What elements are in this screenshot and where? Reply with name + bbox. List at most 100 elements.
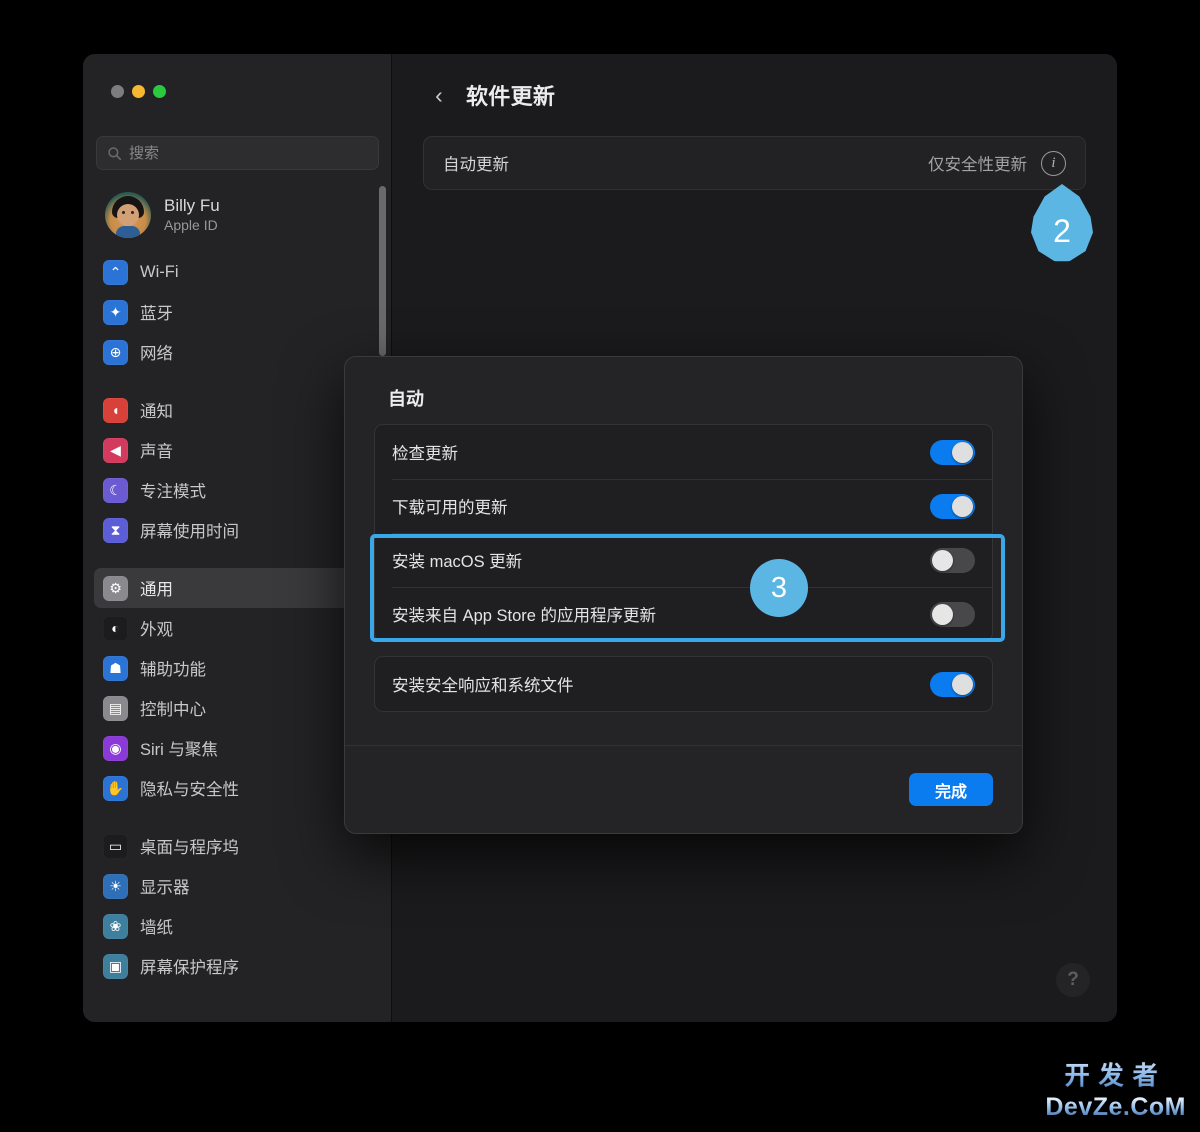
watermark-en: DevZe.CoM — [1045, 1093, 1186, 1121]
sidebar-item-label: 网络 — [140, 345, 173, 363]
automatic-updates-row[interactable]: 自动更新 仅安全性更新 i — [423, 136, 1086, 190]
screen-saver-icon: ▣ — [103, 953, 128, 979]
sidebar-item-label: 声音 — [140, 443, 173, 461]
sidebar-item-label: 专注模式 — [140, 483, 206, 501]
sidebar-item-label: 屏幕使用时间 — [140, 523, 239, 541]
bluetooth-icon: ✦ — [103, 299, 128, 325]
sidebar-item-5-2[interactable]: ◉ Siri 与聚焦 — [94, 728, 381, 768]
sidebar-group: ⌃ Wi-Fi ✦ 蓝牙 ⊕ 网络 — [83, 252, 391, 372]
zoom-button[interactable] — [153, 85, 166, 98]
toggle-knob — [932, 603, 953, 625]
toggle-knob — [952, 495, 973, 517]
dialog-row-control — [930, 601, 975, 627]
accessibility-icon: ☗ — [103, 655, 128, 681]
system-settings-window: Billy Fu Apple ID ⌃ Wi-Fi ✦ 蓝牙 ⊕ 网络 ◖ 通知 ◀ 声音 ☾ 专注模… — [83, 54, 1117, 1022]
dialog-title: 自动 — [388, 389, 424, 409]
toggle-switch[interactable] — [930, 493, 975, 519]
window-traffic-lights — [111, 85, 166, 98]
sidebar-item-3-1[interactable]: ☾ 专注模式 — [94, 470, 381, 510]
sidebar-item-label: 通知 — [140, 403, 173, 421]
back-chevron-icon[interactable]: ‹ — [428, 83, 450, 106]
sidebar-item-label: Siri 与聚焦 — [140, 741, 218, 759]
sidebar-item-1-0[interactable]: ⌃ Wi-Fi — [94, 252, 381, 292]
displays-icon: ☀ — [103, 873, 128, 899]
toggle-switch[interactable] — [930, 547, 975, 573]
dialog-row: 检查更新 — [375, 425, 992, 479]
sidebar-item-2-0[interactable]: ✦ 蓝牙 — [94, 292, 381, 332]
sidebar-item-label: 控制中心 — [140, 701, 206, 719]
sound-icon: ◀ — [103, 437, 128, 463]
sidebar-item-3-0[interactable]: ⊕ 网络 — [94, 332, 381, 372]
sidebar-item-4-1[interactable]: ⧗ 屏幕使用时间 — [94, 510, 381, 550]
toggle-switch[interactable] — [930, 601, 975, 627]
automatic-updates-dialog: 自动 检查更新下载可用的更新 安装 macOS 更新安装来自 App Store … — [344, 356, 1023, 834]
automatic-updates-value: 仅安全性更新 — [928, 156, 1027, 174]
sidebar-item-label: 外观 — [140, 621, 173, 639]
dialog-row-label: 检查更新 — [392, 445, 458, 463]
help-button[interactable]: ? — [1056, 963, 1090, 997]
dialog-row-control — [930, 493, 975, 519]
screenshot-root: Billy Fu Apple ID ⌃ Wi-Fi ✦ 蓝牙 ⊕ 网络 ◖ 通知 ◀ 声音 ☾ 专注模… — [0, 0, 1200, 1132]
done-button[interactable]: 完成 — [908, 773, 993, 806]
callout-badge-2: 2 — [1031, 184, 1093, 262]
dialog-row-control — [930, 439, 975, 465]
dialog-row-label: 安装 macOS 更新 — [392, 553, 523, 571]
sidebar-item-6-2[interactable]: ✋ 隐私与安全性 — [94, 768, 381, 808]
toggle-switch[interactable] — [930, 671, 975, 697]
dialog-row-label: 安装来自 App Store 的应用程序更新 — [392, 607, 657, 625]
wifi-icon: ⌃ — [103, 259, 128, 285]
sidebar-item-1-1[interactable]: ◖ 通知 — [94, 390, 381, 430]
toggle-knob — [952, 673, 973, 695]
dialog-row: 下载可用的更新 — [375, 479, 992, 533]
dialog-row: 安装 macOS 更新 — [375, 533, 992, 587]
sidebar-group: ▭ 桌面与程序坞 ☀ 显示器 ❀ 墙纸 ▣ 屏幕保护程序 — [83, 826, 391, 986]
avatar — [105, 192, 151, 238]
info-icon[interactable]: i — [1041, 150, 1066, 176]
sidebar-scrollbar[interactable] — [379, 186, 386, 356]
search-icon — [108, 146, 122, 160]
callout-badge-2-number: 2 — [1053, 212, 1071, 249]
dialog-row: 安装来自 App Store 的应用程序更新 — [375, 587, 992, 641]
dialog-row: 安装安全响应和系统文件 — [375, 657, 992, 711]
apple-id-account-item[interactable]: Billy Fu Apple ID — [97, 187, 377, 243]
control-center-icon: ▤ — [103, 695, 128, 721]
sidebar-item-2-3[interactable]: ☀ 显示器 — [94, 866, 381, 906]
search-input[interactable] — [129, 144, 368, 162]
toggle-switch[interactable] — [930, 439, 975, 465]
toggle-knob — [952, 441, 973, 463]
dialog-row-control — [930, 671, 975, 697]
account-name: Billy Fu — [164, 196, 220, 216]
close-button[interactable] — [111, 85, 124, 98]
privacy-security-icon: ✋ — [103, 775, 128, 801]
siri-spotlight-icon: ◉ — [103, 735, 128, 761]
search-field[interactable] — [96, 136, 379, 170]
toggle-knob — [932, 549, 953, 571]
dialog-row-label: 安装安全响应和系统文件 — [392, 677, 574, 695]
sidebar-item-3-2[interactable]: ☗ 辅助功能 — [94, 648, 381, 688]
wallpaper-icon: ❀ — [103, 913, 128, 939]
callout-badge-3: 3 — [750, 559, 808, 617]
watermark: 开发者 DevZe.CoM — [1045, 1056, 1186, 1122]
sidebar-item-label: Wi-Fi — [140, 262, 179, 281]
sidebar-item-3-3[interactable]: ❀ 墙纸 — [94, 906, 381, 946]
minimize-button[interactable] — [132, 85, 145, 98]
sidebar-item-1-3[interactable]: ▭ 桌面与程序坞 — [94, 826, 381, 866]
sidebar-item-4-2[interactable]: ▤ 控制中心 — [94, 688, 381, 728]
watermark-cn: 开发者 — [1045, 1056, 1186, 1092]
sidebar-item-2-2[interactable]: ◐ 外观 — [94, 608, 381, 648]
page-title: 软件更新 — [466, 84, 556, 109]
focus-icon: ☾ — [103, 477, 128, 503]
sidebar-item-4-3[interactable]: ▣ 屏幕保护程序 — [94, 946, 381, 986]
sidebar-item-2-1[interactable]: ◀ 声音 — [94, 430, 381, 470]
sidebar-item-label: 隐私与安全性 — [140, 781, 239, 799]
dialog-row-label: 下载可用的更新 — [392, 499, 508, 517]
network-icon: ⊕ — [103, 339, 128, 365]
account-subtitle: Apple ID — [164, 217, 218, 234]
sidebar-item-1-2[interactable]: ⚙ 通用 — [94, 568, 381, 608]
notifications-icon: ◖ — [103, 397, 128, 423]
sidebar-item-label: 墙纸 — [140, 919, 173, 937]
dialog-settings-group-two: 安装安全响应和系统文件 — [374, 656, 993, 712]
main-header: ‹ 软件更新 — [392, 54, 1117, 136]
sidebar-item-label: 蓝牙 — [140, 305, 173, 323]
dialog-row-control — [930, 547, 975, 573]
